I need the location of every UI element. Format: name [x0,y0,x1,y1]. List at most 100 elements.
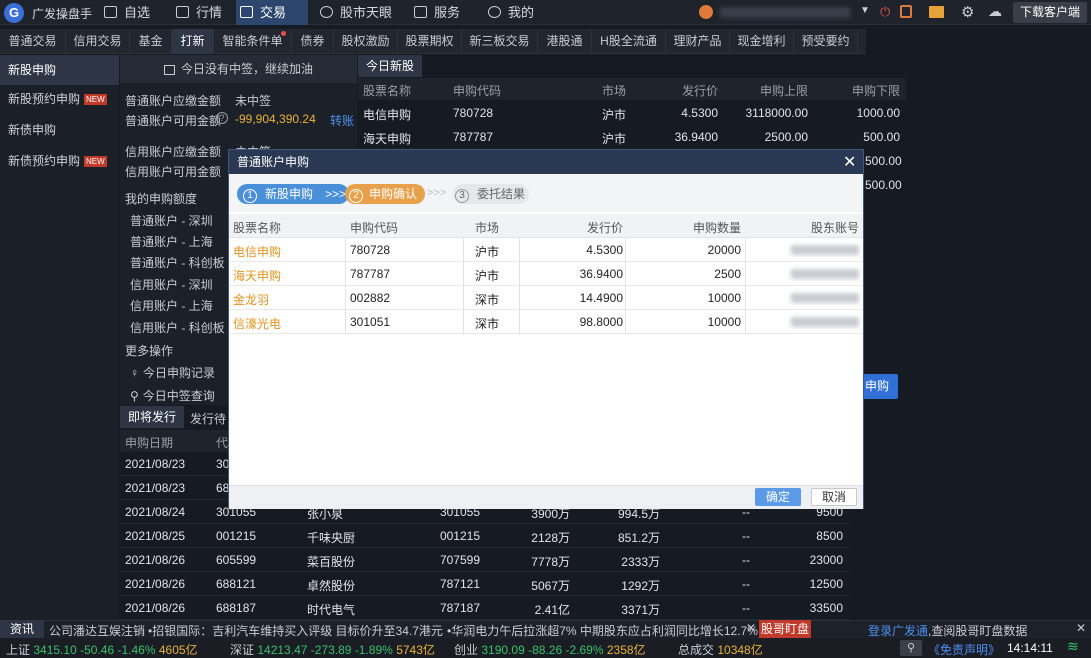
help-icon[interactable]: ? [216,112,228,124]
nav-service[interactable]: 服务 [410,0,476,25]
sidebar-item-ipo-reserve[interactable]: 新股预约申购 NEW [0,84,119,114]
tab-wealth[interactable]: 理财产品 [666,29,730,54]
disclaimer-link[interactable]: 《免责声明》 [928,641,1000,658]
download-client-button[interactable]: 下载客户端 [1013,2,1087,23]
cell: -- [742,529,750,543]
sidebar-item-bond-reserve[interactable]: 新债预约申购 NEW [0,146,119,176]
nav-tianyan[interactable]: 股市天眼 [316,0,400,25]
tab-bond[interactable]: 债券 [292,29,334,54]
transfer-link[interactable]: 转账 [330,112,354,129]
avatar[interactable] [699,5,713,19]
tab-cash-plus[interactable]: 现金增利 [730,29,794,54]
close-icon[interactable]: ✕ [843,152,856,172]
cell: 851.2万 [617,531,660,545]
login-prompt[interactable]: 登录广发通,查阅股哥盯盘数据 [868,622,1027,639]
cell: 10000 [707,315,741,329]
sidebar-item-bond-apply[interactable]: 新债申购 [0,115,119,145]
col-header: 申购日期 [125,436,174,450]
news-item[interactable]: •华润电力午后拉涨超7% 中期股东应占利润同比增长12.7% [447,622,758,639]
index-cy[interactable]: 创业 3190.09 -88.26 -2.69% 2358亿 [454,641,646,658]
step-number: 2 [349,189,363,203]
nav-market[interactable]: 行情 [172,0,234,25]
wifi-icon: ≋ [1067,638,1079,654]
col-header: 申购数量 [692,221,741,235]
cell: 1000.00 [856,106,900,120]
divider [345,286,346,310]
col-header: 代 [216,436,229,450]
step-number: 1 [243,189,257,203]
cell: 33500 [809,601,843,615]
cell: 4.5300 [681,106,718,120]
col-header: 申购代码 [453,84,502,98]
index-sh[interactable]: 上证 3415.10 -50.46 -1.46% 4605亿 [6,641,198,658]
tab-today-ipo[interactable]: 今日新股 [358,55,422,77]
cell: 2128万 [531,531,570,545]
stock-watch-badge[interactable]: 股哥盯盘 [759,620,811,638]
power-icon[interactable]: ⏻ [880,4,890,20]
cell: 787787 [350,267,391,281]
today-win-query-link[interactable]: ⚲ 今日中签查询 [130,387,215,404]
cell: 2333万 [621,555,660,569]
cell: 500.00 [863,130,900,144]
today-apply-record-link[interactable]: ♀ 今日申购记录 [130,364,215,381]
account-masked [791,269,859,279]
step-2: 2 申购确认 [345,184,425,204]
cell: 电信申购 [363,108,412,122]
quota-item: 普通账户 - 深圳 [130,214,213,228]
nav-watchlist[interactable]: 自选 [100,0,160,25]
index-sz[interactable]: 深证 14213.47 -273.89 -1.89% 5743亿 [230,641,435,658]
tab-h-share[interactable]: H股全流通 [592,29,666,54]
tab-normal-trade[interactable]: 普通交易 [0,29,66,54]
tab-equity-incentive[interactable]: 股权激励 [334,29,398,54]
tab-upcoming[interactable]: 即将发行 [120,406,184,428]
star-icon [104,6,117,18]
gear-icon[interactable]: ⚙ [961,3,974,21]
cell: 2021/08/26 [125,553,186,567]
cell: 2021/08/25 [125,529,186,543]
app-logo: G [4,3,24,23]
user-icon [488,6,501,18]
normal-available-label: 普通账户可用金额 [125,114,222,128]
quota-item: 普通账户 - 上海 [130,235,213,249]
divider [519,286,520,310]
notification-dot [281,31,286,36]
nav-mine[interactable]: 我的 [484,0,550,25]
calendar-icon [163,64,175,75]
col-header: 发行价 [586,221,623,235]
tab-tender-offer[interactable]: 预受要约 [794,29,858,54]
sidebar-item-ipo-apply[interactable]: 新股申购 [0,55,119,85]
tab-credit-trade[interactable]: 信用交易 [66,29,130,54]
cell: 780728 [350,243,391,257]
tab-neeq[interactable]: 新三板交易 [462,29,538,54]
cell: 20000 [707,243,741,257]
mail-icon[interactable] [929,6,944,18]
tab-stock-options[interactable]: 股票期权 [398,29,462,54]
lock-icon[interactable] [900,5,912,18]
close-icon[interactable]: ✕ [746,621,756,635]
nav-trade[interactable]: 交易 [236,0,308,25]
divider [519,262,520,286]
quota-item: 普通账户 - 科创板 [130,256,225,270]
col-header: 股东账号 [810,221,859,235]
chevron-down-icon[interactable]: ▼ [860,5,870,16]
cell: 沪市 [601,108,626,122]
search-icon[interactable]: ⚲ [900,640,922,656]
news-item[interactable]: 公司潘达互娱注销 [49,622,145,639]
news-item[interactable]: •招银国际：吉利汽车维持买入评级 目标价升至34.7港元 [148,622,443,639]
divider [745,286,746,310]
cloud-icon[interactable]: ☁ [988,3,1002,20]
divider [519,238,520,262]
col-header: 市场 [475,221,500,235]
quota-item: 信用账户 - 深圳 [130,278,213,292]
cell: 2021/08/23 [125,457,186,471]
tab-ipo[interactable]: 打新 [172,29,214,54]
step-1: 1 新股申购 >>> [237,184,349,204]
tab-pending[interactable]: 发行待 [190,410,226,427]
cancel-button[interactable]: 取消 [811,488,857,506]
close-icon[interactable]: ✕ [1076,621,1086,635]
tab-hk-connect[interactable]: 港股通 [538,29,592,54]
confirm-button[interactable]: 确定 [755,488,801,506]
cell: 2500 [714,267,741,281]
cell: -- [742,577,750,591]
tab-fund[interactable]: 基金 [130,29,172,54]
